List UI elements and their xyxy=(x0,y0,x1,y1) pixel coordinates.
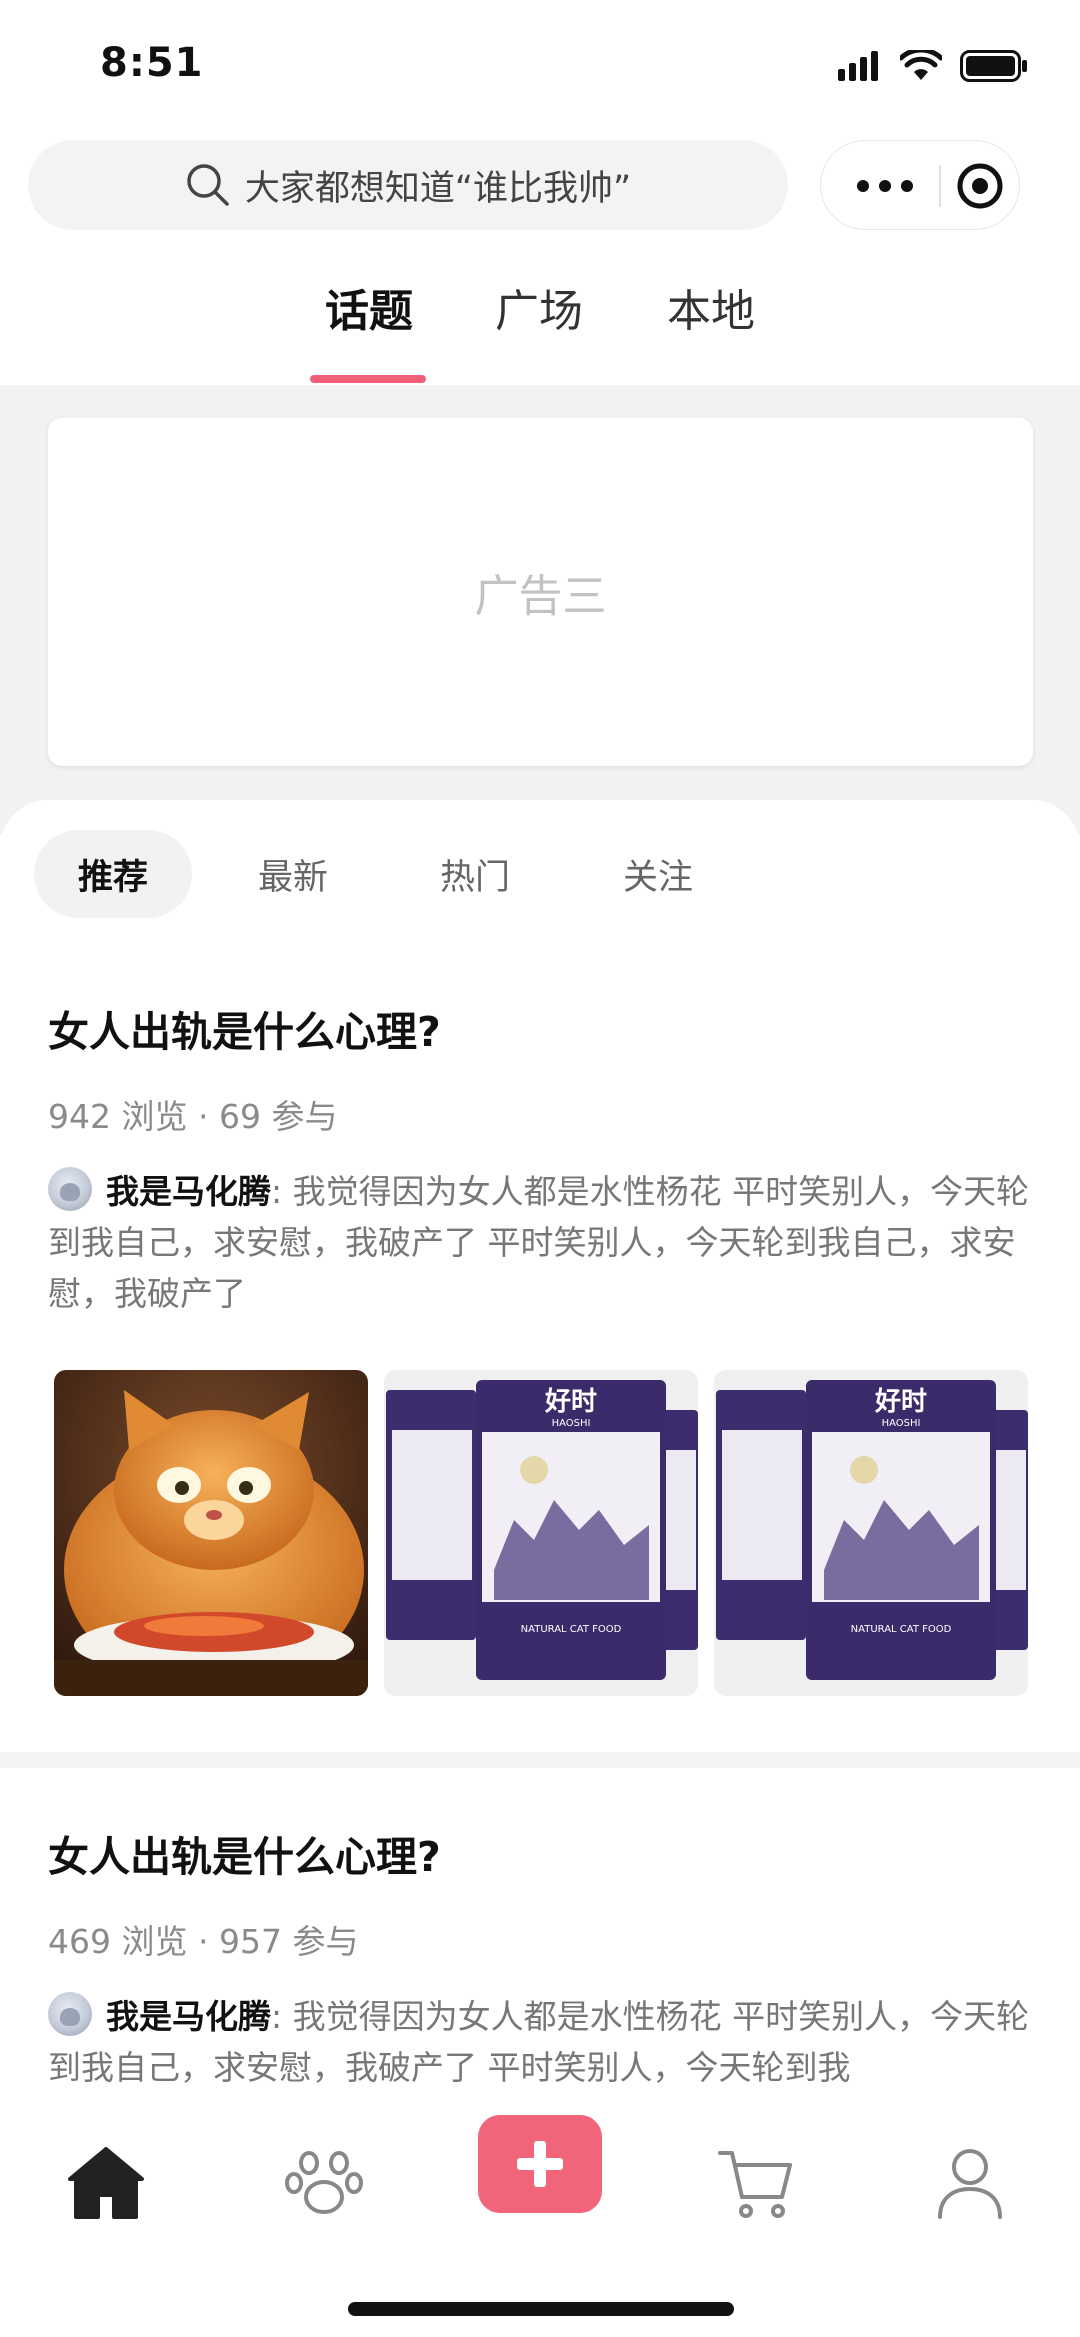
home-indicator xyxy=(348,2302,734,2316)
tab-profile[interactable] xyxy=(920,2133,1020,2233)
participants-count: 957 参与 xyxy=(218,1922,359,1961)
bag-brand-cn: 好时 xyxy=(874,1387,927,1417)
bag-caption: NATURAL CAT FOOD xyxy=(521,1624,622,1635)
search-icon xyxy=(187,164,229,206)
search-row: 大家都想知道“谁比我帅” xyxy=(0,140,1080,232)
wifi-icon xyxy=(900,50,942,80)
stats-separator: · xyxy=(187,1097,219,1136)
author-name[interactable]: 我是马化腾 xyxy=(106,1172,271,1211)
tab-indicator xyxy=(310,375,426,383)
haoshi-cat-food-bag-photo[interactable]: 好时 HAOSHI NATURAL CAT FOOD xyxy=(714,1370,1028,1696)
home-icon xyxy=(68,2147,144,2219)
participants-count: 69 参与 xyxy=(218,1097,338,1136)
tab-topics[interactable]: 话题 xyxy=(325,275,413,339)
post-stats: 942 浏览 · 69 参与 xyxy=(48,1090,337,1138)
post-separator xyxy=(0,1752,1080,1768)
bag-brand-cn: 好时 xyxy=(544,1387,597,1417)
signal-icon xyxy=(838,51,878,81)
capsule-divider xyxy=(939,165,941,207)
tab-pets[interactable] xyxy=(274,2133,374,2233)
bag-brand-en: HAOSHI xyxy=(552,1418,591,1429)
post-title[interactable]: 女人出轨是什么心理? xyxy=(48,998,441,1058)
views-count: 469 浏览 xyxy=(48,1922,188,1961)
status-time: 8:51 xyxy=(100,40,204,86)
status-bar: 8:51 xyxy=(0,0,1080,130)
post-card[interactable]: 女人出轨是什么心理? 942 浏览 · 69 参与 我是马化腾: 我觉得因为女人… xyxy=(0,998,1080,1738)
post-title[interactable]: 女人出轨是什么心理? xyxy=(48,1823,441,1883)
post-images: 好时 HAOSHI NATURAL CAT FOOD 好时 HAOSHI NAT… xyxy=(54,1370,1029,1696)
subtab-hot[interactable]: 热门 xyxy=(440,830,510,918)
more-dots-icon[interactable] xyxy=(857,171,913,201)
bag-brand-en: HAOSHI xyxy=(882,1418,921,1429)
cart-icon xyxy=(718,2151,792,2218)
avatar[interactable] xyxy=(48,1992,92,2036)
top-tabs: 话题 广场 本地 xyxy=(0,265,1080,385)
create-post-button[interactable] xyxy=(478,2115,602,2213)
status-icons xyxy=(838,50,1028,82)
subtab-recommended[interactable]: 推荐 xyxy=(34,830,193,918)
tab-local[interactable]: 本地 xyxy=(667,275,755,339)
tab-square[interactable]: 广场 xyxy=(495,275,583,339)
stats-separator: · xyxy=(187,1922,219,1961)
post-snippet: 我是马化腾: 我觉得因为女人都是水性杨花 平时笑别人，今天轮到我自己，求安慰，我… xyxy=(48,1991,1038,2093)
bottom-tab-bar xyxy=(0,2095,1080,2337)
avatar[interactable] xyxy=(48,1167,92,1211)
miniprogram-capsule xyxy=(820,140,1020,230)
author-name[interactable]: 我是马化腾 xyxy=(106,1997,271,2036)
search-input[interactable]: 大家都想知道“谁比我帅” xyxy=(28,140,788,230)
tab-home[interactable] xyxy=(56,2133,156,2233)
post-card[interactable]: 女人出轨是什么心理? 469 浏览 · 957 参与 我是马化腾: 我觉得因为女… xyxy=(0,1823,1080,2095)
subtab-latest[interactable]: 最新 xyxy=(258,830,328,918)
plus-icon xyxy=(517,2141,563,2187)
paw-icon xyxy=(285,2151,363,2214)
bag-caption: NATURAL CAT FOOD xyxy=(851,1624,952,1635)
user-icon xyxy=(938,2149,1002,2219)
haoshi-cat-food-bag-photo[interactable]: 好时 HAOSHI NATURAL CAT FOOD xyxy=(384,1370,698,1696)
battery-icon xyxy=(960,50,1027,82)
ad-banner[interactable]: 广告三 xyxy=(48,418,1033,766)
tab-cart[interactable] xyxy=(706,2133,806,2233)
search-placeholder: 大家都想知道“谁比我帅” xyxy=(244,168,632,209)
sub-tabs: 推荐 最新 热门 关注 xyxy=(0,830,1080,920)
post-snippet: 我是马化腾: 我觉得因为女人都是水性杨花 平时笑别人，今天轮到我自己，求安慰，我… xyxy=(48,1166,1038,1319)
post-stats: 469 浏览 · 957 参与 xyxy=(48,1915,358,1963)
miniprogram-target-icon[interactable] xyxy=(955,161,1005,211)
orange-cat-eating-photo[interactable] xyxy=(54,1370,368,1696)
ad-label: 广告三 xyxy=(474,571,607,622)
subtab-following[interactable]: 关注 xyxy=(623,830,693,918)
views-count: 942 浏览 xyxy=(48,1097,188,1136)
